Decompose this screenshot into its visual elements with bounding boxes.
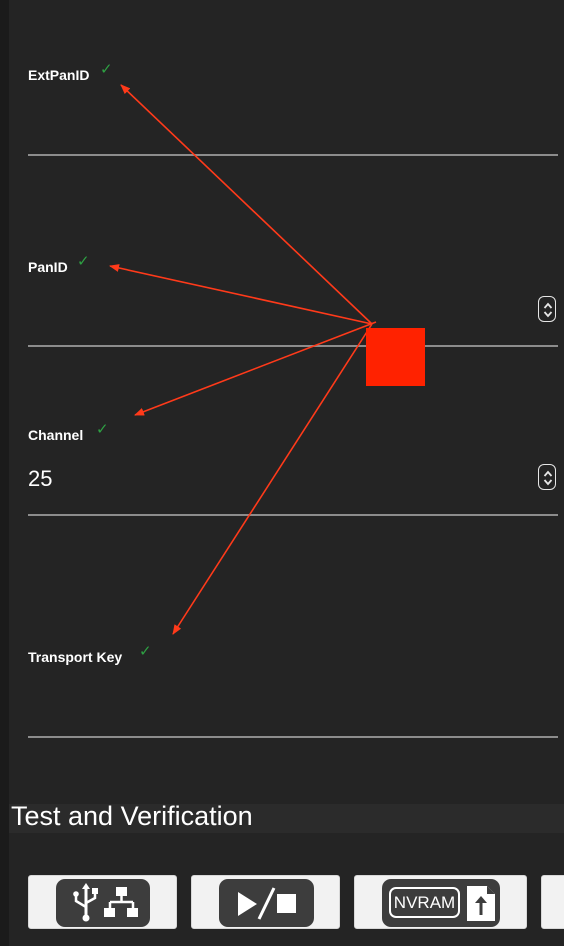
file-upload-icon	[467, 886, 495, 921]
transport-key-label: Transport Key	[28, 649, 123, 665]
section-title: Test and Verification	[11, 801, 253, 831]
panid-label: PanID	[28, 259, 68, 275]
extpanid-valid-check-icon: ✓	[100, 61, 113, 78]
channel-underline	[28, 514, 558, 516]
transport-key-valid-check-icon: ✓	[139, 643, 152, 660]
extpanid-underline	[28, 154, 558, 156]
extpanid-label: ExtPanID	[28, 67, 90, 83]
spinner-arrows-icon	[543, 302, 553, 318]
next-toolbar-button[interactable]	[541, 875, 564, 929]
left-edge-strip	[0, 0, 9, 946]
usb-network-icon	[73, 883, 138, 922]
panid-spinner[interactable]	[538, 296, 556, 322]
transport-key-underline	[28, 736, 558, 738]
panid-underline	[28, 345, 558, 347]
nvram-upload-button[interactable]: NVRAM	[354, 875, 527, 929]
usb-network-button[interactable]	[28, 875, 177, 929]
annotation-red-square	[366, 328, 425, 386]
nvram-label: NVRAM	[389, 887, 460, 918]
channel-valid-check-icon: ✓	[96, 421, 109, 438]
spinner-arrows-icon	[543, 470, 553, 486]
play-stop-button[interactable]	[191, 875, 340, 929]
arrow-to-extpanid	[120, 84, 373, 325]
arrow-to-channel	[134, 321, 377, 416]
play-stop-icon	[238, 887, 296, 920]
arrow-to-transport-key	[172, 323, 373, 635]
panid-valid-check-icon: ✓	[77, 253, 90, 270]
channel-spinner[interactable]	[538, 464, 556, 490]
arrow-to-panid	[109, 264, 373, 325]
channel-input[interactable]: 25	[28, 466, 52, 492]
channel-label: Channel	[28, 427, 84, 443]
